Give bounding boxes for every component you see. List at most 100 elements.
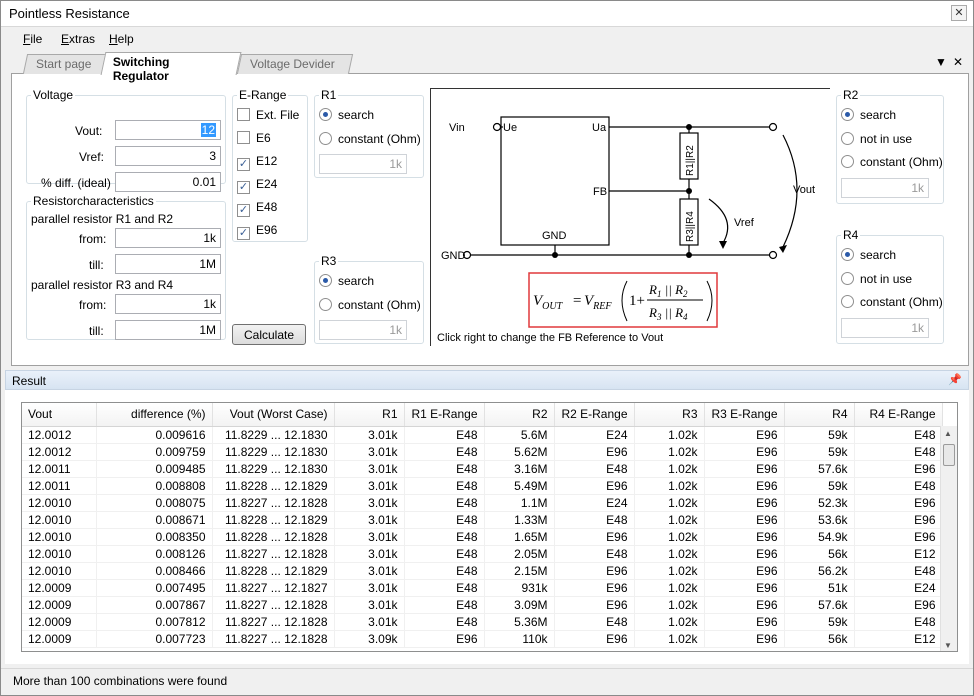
- checkbox-e12[interactable]: ✓ E12: [237, 154, 277, 171]
- table-cell: 3.01k: [334, 426, 405, 444]
- r2-search-radio[interactable]: search: [841, 108, 896, 122]
- checkbox-e24[interactable]: ✓ E24: [237, 177, 277, 194]
- tab-list-dropdown-icon[interactable]: ▼: [935, 55, 947, 69]
- column-header[interactable]: R2: [484, 403, 555, 427]
- diff-label: % diff. (ideal): [41, 176, 111, 190]
- column-header[interactable]: R1 E-Range: [404, 403, 485, 427]
- scrollbar-thumb[interactable]: [943, 444, 955, 466]
- table-row[interactable]: 12.0009 0.007723 11.8227 ... 12.1828 3.09k E…: [22, 630, 943, 648]
- checkbox-e48[interactable]: ✓ E48: [237, 200, 277, 217]
- table-row[interactable]: 12.0010 0.008671 11.8228 ... 12.1829 3.01k E…: [22, 511, 943, 529]
- table-row[interactable]: 12.0010 0.008466 11.8228 ... 12.1829 3.01k E…: [22, 562, 943, 580]
- table-cell: 1.1M: [484, 494, 555, 512]
- r4-constant-radio[interactable]: constant (Ohm): [841, 295, 943, 309]
- table-row[interactable]: 12.0009 0.007812 11.8227 ... 12.1828 3.01k E…: [22, 613, 943, 631]
- column-header[interactable]: R3: [634, 403, 705, 427]
- table-row[interactable]: 12.0009 0.007495 11.8227 ... 12.1827 3.01k E…: [22, 579, 943, 597]
- diff-input[interactable]: 0.01: [115, 172, 221, 192]
- column-header[interactable]: R4 E-Range: [854, 403, 943, 427]
- r4-constant-input[interactable]: 1k: [841, 318, 929, 338]
- pin-icon[interactable]: 📌: [948, 373, 962, 386]
- calculate-button[interactable]: Calculate: [232, 324, 306, 345]
- table-cell: 1.02k: [634, 494, 705, 512]
- tab-voltage-devider[interactable]: Voltage Devider: [236, 54, 354, 74]
- radio-icon: [319, 132, 332, 145]
- r1-constant-radio[interactable]: constant (Ohm): [319, 132, 421, 146]
- r3-search-radio[interactable]: search: [319, 274, 374, 288]
- table-row[interactable]: 12.0010 0.008350 11.8228 ... 12.1828 3.01k E…: [22, 528, 943, 546]
- radio-selected-icon: [841, 108, 854, 121]
- close-tab-icon[interactable]: ✕: [953, 55, 963, 69]
- table-row[interactable]: 12.0010 0.008075 11.8227 ... 12.1828 3.01k E…: [22, 494, 943, 512]
- label-r1-r2: R1||R2: [685, 145, 696, 176]
- header-row: Vout difference (%) Vout (Worst Case) R1 R1 …: [22, 403, 943, 427]
- label-vref: Vref: [734, 217, 755, 229]
- table-cell: E96: [554, 630, 635, 648]
- tab-label: Voltage Devider: [250, 57, 335, 71]
- r12-till-input[interactable]: 1M: [115, 254, 221, 274]
- table-cell: E48: [404, 562, 485, 580]
- table-cell: 11.8229 ... 12.1830: [212, 443, 335, 461]
- menu-file[interactable]: File: [23, 32, 42, 46]
- table-row[interactable]: 12.0011 0.008808 11.8228 ... 12.1829 3.01k E…: [22, 477, 943, 495]
- table-cell: E48: [404, 511, 485, 529]
- r1-constant-input[interactable]: 1k: [319, 154, 407, 174]
- column-header[interactable]: R1: [334, 403, 405, 427]
- radio-label: search: [860, 248, 897, 262]
- vout-input[interactable]: 12: [115, 120, 221, 140]
- r4-search-radio[interactable]: search: [841, 248, 896, 262]
- menu-extras[interactable]: Extras: [61, 32, 95, 46]
- table-row[interactable]: 12.0012 0.009759 11.8229 ... 12.1830 3.01k E…: [22, 443, 943, 461]
- tab-start-page[interactable]: Start page: [22, 54, 112, 74]
- tab-label: Switching Regulator: [112, 55, 170, 83]
- column-header[interactable]: R3 E-Range: [704, 403, 785, 427]
- r12-from-input[interactable]: 1k: [115, 228, 221, 248]
- scroll-up-icon[interactable]: ▲: [944, 429, 952, 438]
- schematic-panel[interactable]: Vin Ue Ua FB GND GND R1||R2 R3||R4 Vout …: [430, 88, 830, 346]
- result-grid[interactable]: Vout difference (%) Vout (Worst Case) R1 R1 …: [21, 402, 958, 652]
- r2-constant-radio[interactable]: constant (Ohm): [841, 155, 943, 169]
- vertical-scrollbar[interactable]: ▲ ▼: [940, 426, 957, 651]
- close-window-button[interactable]: ✕: [951, 5, 967, 21]
- radio-label: search: [860, 108, 897, 122]
- table-cell: 1.02k: [634, 545, 705, 563]
- scroll-down-icon[interactable]: ▼: [944, 641, 952, 650]
- table-cell: 11.8227 ... 12.1828: [212, 596, 335, 614]
- table-row[interactable]: 12.0010 0.008126 11.8227 ... 12.1828 3.01k E…: [22, 545, 943, 563]
- r34-from-input[interactable]: 1k: [115, 294, 221, 314]
- table-cell: E48: [404, 477, 485, 495]
- column-header[interactable]: difference (%): [96, 403, 213, 427]
- r4-notinuse-radio[interactable]: not in use: [841, 272, 912, 286]
- r3-constant-radio[interactable]: constant (Ohm): [319, 298, 421, 312]
- table-row[interactable]: 12.0009 0.007867 11.8227 ... 12.1828 3.01k E…: [22, 596, 943, 614]
- checkbox-e96[interactable]: ✓ E96: [237, 223, 277, 240]
- title-bar: Pointless Resistance ✕: [1, 1, 973, 27]
- column-header[interactable]: Vout: [22, 403, 97, 427]
- table-cell: 12.0010: [22, 545, 97, 563]
- table-cell: E96: [854, 494, 943, 512]
- table-cell: E48: [554, 511, 635, 529]
- table-row[interactable]: 12.0011 0.009485 11.8229 ... 12.1830 3.01k E…: [22, 460, 943, 478]
- r2-constant-input[interactable]: 1k: [841, 178, 929, 198]
- table-cell: E48: [404, 613, 485, 631]
- table-cell: 3.01k: [334, 596, 405, 614]
- tab-switching-regulator[interactable]: Switching Regulator: [100, 52, 242, 83]
- vref-input[interactable]: 3: [115, 146, 221, 166]
- r12-till-label: till:: [89, 258, 104, 272]
- table-cell: 53.6k: [784, 511, 855, 529]
- r3-constant-input[interactable]: 1k: [319, 320, 407, 340]
- table-cell: E96: [704, 596, 785, 614]
- checkbox-e6[interactable]: E6: [237, 131, 271, 145]
- table-cell: 11.8229 ... 12.1830: [212, 460, 335, 478]
- menu-help[interactable]: Help: [109, 32, 134, 46]
- column-header[interactable]: Vout (Worst Case): [212, 403, 335, 427]
- table-row[interactable]: 12.0012 0.009616 11.8229 ... 12.1830 3.01k E…: [22, 426, 943, 444]
- schematic-diagram: Vin Ue Ua FB GND GND R1||R2 R3||R4 Vout …: [437, 116, 815, 344]
- r2-notinuse-radio[interactable]: not in use: [841, 132, 912, 146]
- radio-selected-icon: [841, 248, 854, 261]
- checkbox-ext-file[interactable]: Ext. File: [237, 108, 299, 122]
- column-header[interactable]: R4: [784, 403, 855, 427]
- r34-till-input[interactable]: 1M: [115, 320, 221, 340]
- r1-search-radio[interactable]: search: [319, 108, 374, 122]
- column-header[interactable]: R2 E-Range: [554, 403, 635, 427]
